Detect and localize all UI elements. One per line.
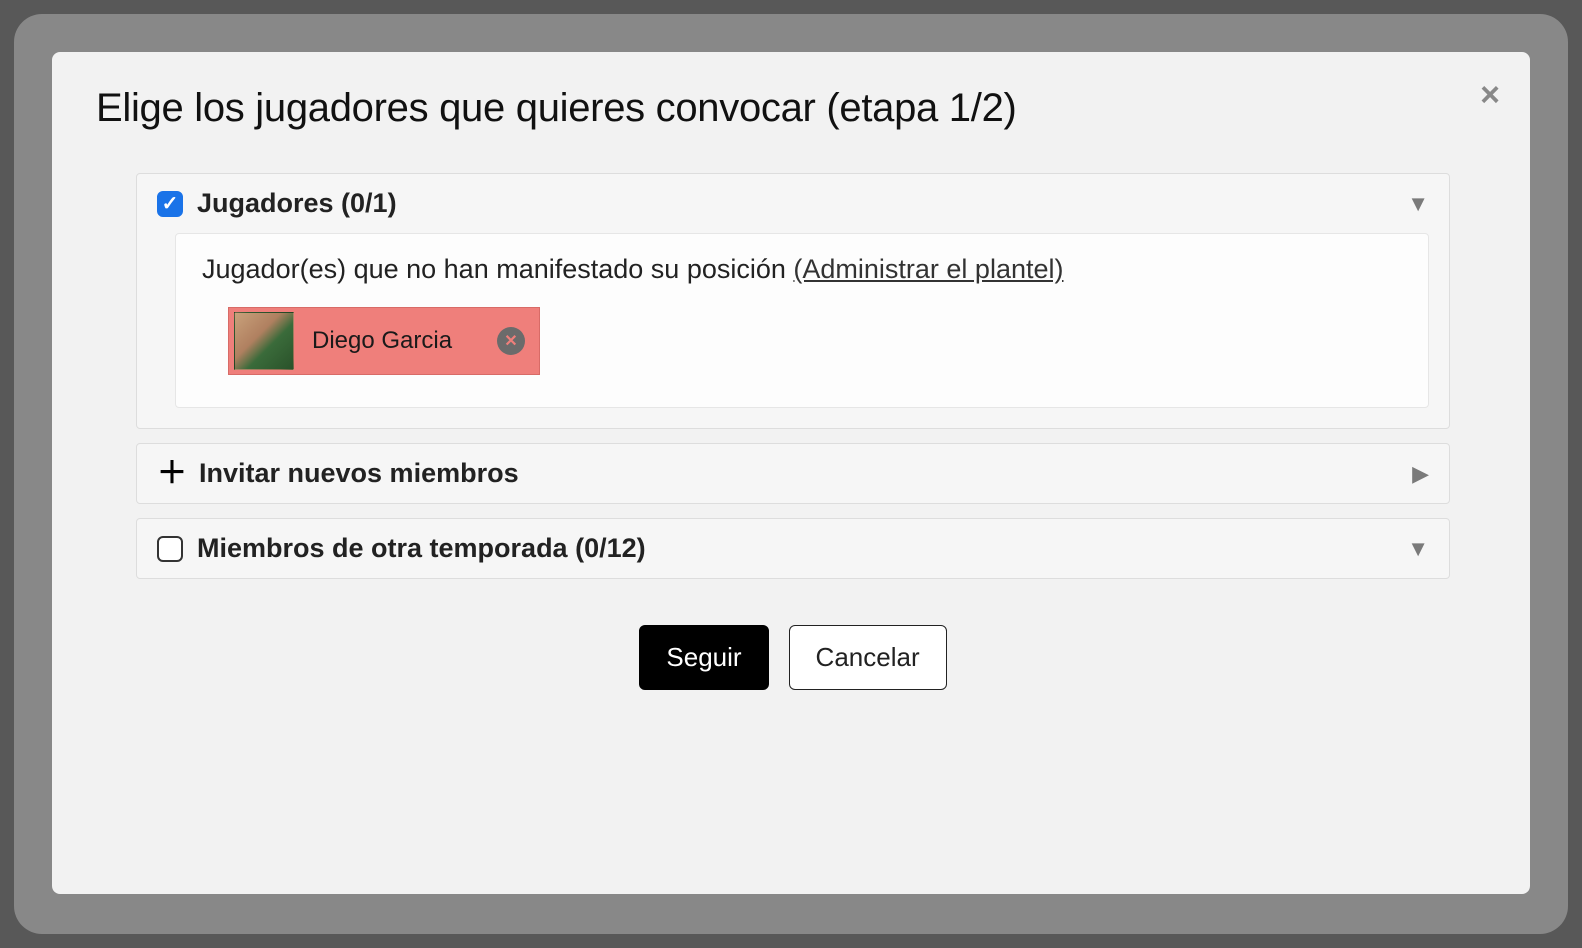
players-panel-body: Jugador(es) que no han manifestado su po…	[175, 233, 1429, 408]
continue-button[interactable]: Seguir	[639, 625, 768, 690]
avatar	[234, 312, 294, 370]
chevron-right-icon: ▶	[1412, 461, 1429, 487]
players-body-heading: Jugador(es) que no han manifestado su po…	[202, 254, 1402, 285]
player-name: Diego Garcia	[312, 327, 489, 355]
manage-roster-link[interactable]: (Administrar el plantel)	[793, 254, 1063, 284]
modal-content: Jugadores (0/1) ▼ Jugador(es) que no han…	[96, 173, 1490, 690]
plus-icon: ＋	[157, 459, 187, 489]
other-season-checkbox[interactable]	[157, 536, 183, 562]
invite-panel-label: Invitar nuevos miembros	[199, 458, 519, 489]
invite-panel-header[interactable]: ＋ Invitar nuevos miembros ▶	[137, 444, 1449, 503]
players-panel: Jugadores (0/1) ▼ Jugador(es) que no han…	[136, 173, 1450, 429]
remove-player-icon[interactable]	[497, 327, 525, 355]
other-season-panel: Miembros de otra temporada (0/12) ▼	[136, 518, 1450, 579]
other-season-panel-header[interactable]: Miembros de otra temporada (0/12) ▼	[137, 519, 1449, 578]
invite-panel: ＋ Invitar nuevos miembros ▶	[136, 443, 1450, 504]
chevron-down-icon: ▼	[1407, 536, 1429, 562]
close-icon[interactable]: ×	[1480, 78, 1500, 112]
cancel-button[interactable]: Cancelar	[789, 625, 947, 690]
modal-dialog: × Elige los jugadores que quieres convoc…	[52, 52, 1530, 894]
player-chip[interactable]: Diego Garcia	[228, 307, 540, 375]
other-season-panel-label: Miembros de otra temporada (0/12)	[197, 533, 646, 564]
players-heading-text: Jugador(es) que no han manifestado su po…	[202, 254, 793, 284]
players-checkbox[interactable]	[157, 191, 183, 217]
modal-frame: × Elige los jugadores que quieres convoc…	[14, 14, 1568, 934]
players-panel-header[interactable]: Jugadores (0/1) ▼	[137, 174, 1449, 233]
chevron-down-icon: ▼	[1407, 191, 1429, 217]
modal-actions: Seguir Cancelar	[136, 625, 1450, 690]
players-panel-label: Jugadores (0/1)	[197, 188, 397, 219]
modal-title: Elige los jugadores que quieres convocar…	[96, 86, 1490, 131]
